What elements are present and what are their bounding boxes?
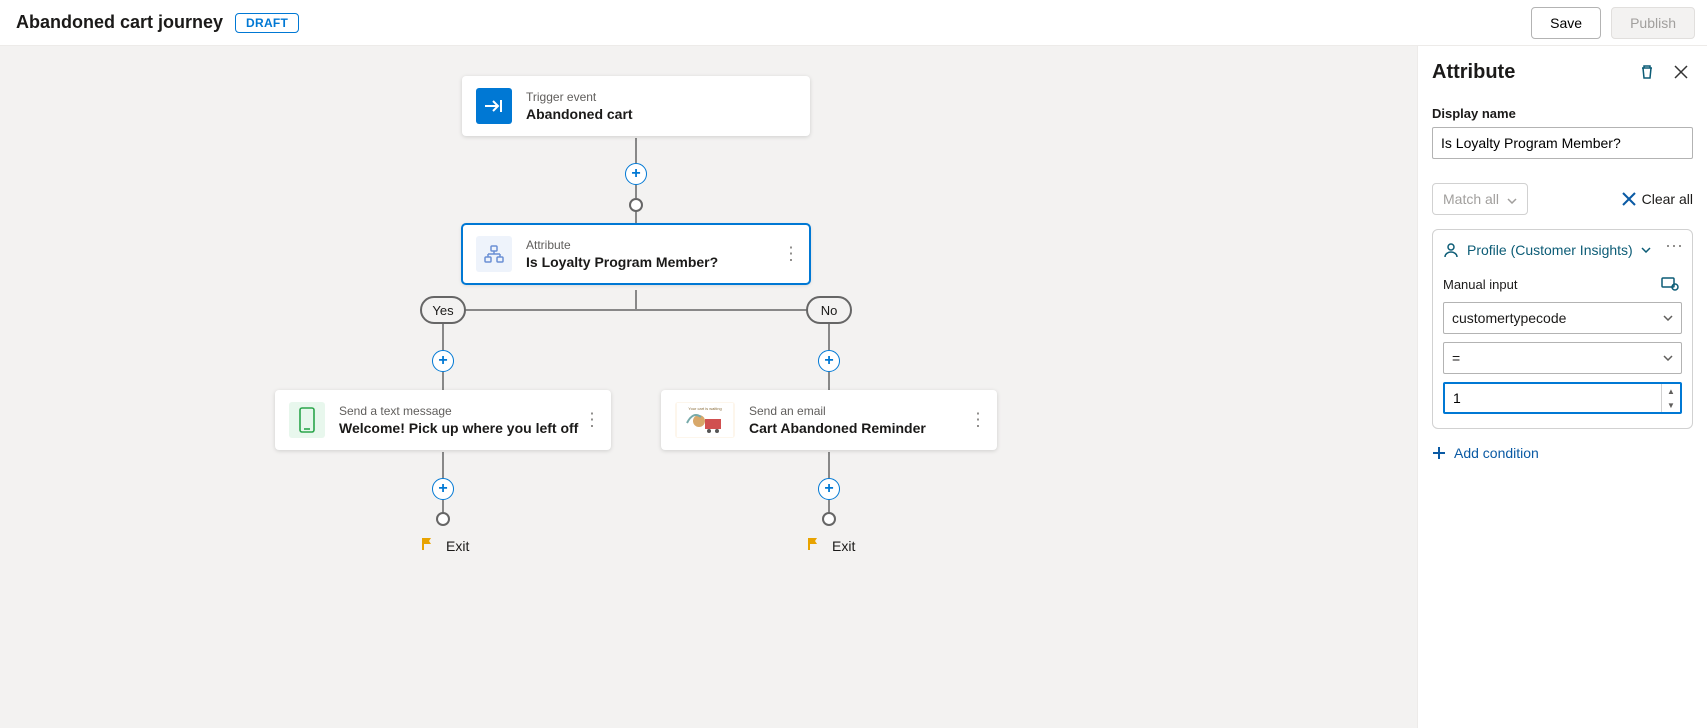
plus-icon (1432, 446, 1446, 460)
panel-title: Attribute (1432, 61, 1625, 84)
attribute-caption: Attribute (526, 238, 718, 252)
card-menu-button[interactable]: ⋯ (1665, 236, 1684, 257)
connector-dot (629, 198, 643, 212)
chevron-down-icon (1641, 247, 1651, 253)
add-condition-button[interactable]: Add condition (1432, 445, 1693, 461)
attribute-panel: Attribute Display name Match all Clear a… (1417, 46, 1707, 728)
profile-source-dropdown[interactable]: Profile (Customer Insights) (1443, 242, 1682, 258)
page-title: Abandoned cart journey (16, 12, 223, 33)
add-step-button-yes-2[interactable]: + (432, 478, 454, 500)
branch-no[interactable]: No (806, 296, 852, 324)
condition-card: ⋯ Profile (Customer Insights) Manual inp… (1432, 229, 1693, 429)
trigger-icon (476, 88, 512, 124)
clear-all-button[interactable]: Clear all (1622, 191, 1693, 207)
email-thumbnail-icon: Your cart is waiting (675, 402, 735, 438)
text-message-icon (289, 402, 325, 438)
trigger-caption: Trigger event (526, 90, 633, 104)
exit-flag-icon (806, 536, 822, 555)
add-step-button-no-2[interactable]: + (818, 478, 840, 500)
attribute-title: Is Loyalty Program Member? (526, 254, 718, 270)
step-down-button[interactable]: ▼ (1662, 398, 1680, 412)
sms-caption: Send a text message (339, 404, 578, 418)
sms-node[interactable]: Send a text message Welcome! Pick up whe… (275, 390, 611, 450)
value-input-wrapper: ▲ ▼ (1443, 382, 1682, 414)
sms-title: Welcome! Pick up where you left off (339, 420, 578, 436)
operator-select[interactable]: = (1443, 342, 1682, 374)
trigger-title: Abandoned cart (526, 106, 633, 122)
chevron-down-icon (1663, 355, 1673, 361)
x-icon (1622, 192, 1636, 206)
attribute-node[interactable]: Attribute Is Loyalty Program Member? ⋮ (462, 224, 810, 284)
delete-button[interactable] (1635, 60, 1659, 84)
chevron-down-icon (1507, 191, 1517, 207)
svg-text:Your cart is waiting: Your cart is waiting (688, 406, 721, 411)
exit-flag-icon (420, 536, 436, 555)
email-title: Cart Abandoned Reminder (749, 420, 926, 436)
value-input[interactable] (1445, 384, 1661, 412)
branch-yes[interactable]: Yes (420, 296, 466, 324)
node-menu-button[interactable]: ⋮ (969, 410, 987, 431)
connector-dot (822, 512, 836, 526)
add-step-button[interactable]: + (625, 163, 647, 185)
connector-dot (436, 512, 450, 526)
attribute-field-select[interactable]: customertypecode (1443, 302, 1682, 334)
node-menu-button[interactable]: ⋮ (583, 410, 601, 431)
profile-icon (1443, 242, 1459, 258)
journey-canvas[interactable]: Trigger event Abandoned cart + Attribute… (0, 46, 1417, 728)
email-node[interactable]: Your cart is waiting Send an email Cart … (661, 390, 997, 450)
input-mode-toggle[interactable] (1658, 272, 1682, 296)
save-button[interactable]: Save (1531, 7, 1601, 39)
exit-label: Exit (446, 538, 469, 554)
add-step-button-yes[interactable]: + (432, 350, 454, 372)
step-up-button[interactable]: ▲ (1662, 384, 1680, 398)
publish-button: Publish (1611, 7, 1695, 39)
status-badge: DRAFT (235, 13, 299, 33)
chevron-down-icon (1663, 315, 1673, 321)
exit-label: Exit (832, 538, 855, 554)
display-name-input[interactable] (1432, 127, 1693, 159)
add-step-button-no[interactable]: + (818, 350, 840, 372)
close-button[interactable] (1669, 60, 1693, 84)
node-menu-button[interactable]: ⋮ (782, 244, 800, 265)
trigger-node[interactable]: Trigger event Abandoned cart (462, 76, 810, 136)
match-dropdown[interactable]: Match all (1432, 183, 1528, 215)
manual-input-label: Manual input (1443, 277, 1517, 292)
email-caption: Send an email (749, 404, 926, 418)
attribute-icon (476, 236, 512, 272)
display-name-label: Display name (1432, 106, 1693, 121)
